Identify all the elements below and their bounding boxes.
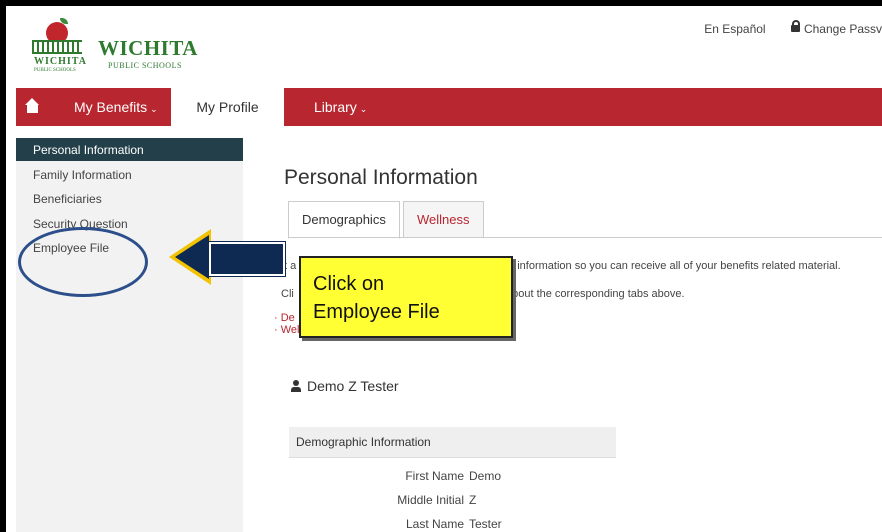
demographic-table-title: Demographic Information xyxy=(296,435,431,449)
nav-my-profile-label: My Profile xyxy=(196,99,259,115)
nav-my-profile[interactable]: My Profile xyxy=(171,88,284,126)
arrow-shaft xyxy=(209,242,285,276)
sidebar: Personal Information Family Information … xyxy=(16,138,243,532)
middle-initial-value: Z xyxy=(469,493,477,507)
intro-line-1-end: te information so you can receive all of… xyxy=(505,260,841,272)
sidebar-item-family-information[interactable]: Family Information xyxy=(33,168,132,182)
tab-wellness[interactable]: Wellness xyxy=(403,201,484,238)
highlight-oval xyxy=(18,227,148,297)
intro-line-2: Cli about the corresponding tabs above. xyxy=(281,288,685,300)
sidebar-item-personal-information[interactable]: Personal Information xyxy=(16,138,243,161)
arrow-left-icon xyxy=(175,235,209,279)
last-name-value: Tester xyxy=(469,517,502,531)
sidebar-item-beneficiaries[interactable]: Beneficiaries xyxy=(33,192,102,206)
site-header: WICHITA PUBLIC SCHOOLS WICHITA PUBLIC SC… xyxy=(6,6,882,88)
spanish-link[interactable]: En Español xyxy=(704,22,765,36)
nav-library[interactable]: Library ⌄ xyxy=(314,88,367,126)
person-name: Demo Z Tester xyxy=(307,378,399,394)
person-heading: Demo Z Tester xyxy=(291,378,399,394)
home-button[interactable] xyxy=(22,88,42,126)
callout-text: Click on Employee File xyxy=(313,273,440,323)
sidebar-item-label: Personal Information xyxy=(33,143,144,157)
logo-small-name: WICHITA xyxy=(34,56,87,67)
first-name-value: Demo xyxy=(469,469,502,483)
demographic-table: Demographic Information First Name Demo … xyxy=(289,427,616,532)
intro-line-2-start: Cli xyxy=(281,288,294,300)
middle-initial-label: Middle Initial xyxy=(397,493,464,507)
first-name-label: First Name xyxy=(405,469,464,483)
demographics-link[interactable]: · De xyxy=(274,312,295,324)
change-password-link[interactable]: Change Passv xyxy=(790,20,882,36)
chevron-down-icon: ⌄ xyxy=(359,104,368,114)
logo-small-sub: PUBLIC SCHOOLS xyxy=(34,68,76,73)
wichita-logo[interactable]: WICHITA PUBLIC SCHOOLS WICHITA PUBLIC SC… xyxy=(28,18,228,80)
home-icon xyxy=(24,98,39,113)
brand-name: WICHITA xyxy=(98,36,198,60)
main-nav: My Benefits ⌄ My Profile Library ⌄ xyxy=(16,88,882,126)
lock-icon xyxy=(790,20,800,32)
nav-library-label: Library xyxy=(314,99,357,115)
nav-my-benefits-label: My Benefits xyxy=(74,99,148,115)
books-icon xyxy=(32,40,82,54)
last-name-label: Last Name xyxy=(405,517,464,531)
top-links: En Español Change Passv xyxy=(704,20,882,36)
change-password-label: Change Passv xyxy=(803,22,882,36)
demographic-table-header: Demographic Information xyxy=(289,427,616,458)
nav-my-benefits[interactable]: My Benefits ⌄ xyxy=(74,88,158,126)
chevron-down-icon: ⌄ xyxy=(150,104,158,114)
user-icon xyxy=(291,380,301,392)
instruction-callout: Click on Employee File xyxy=(299,256,513,338)
page-title: Personal Information xyxy=(284,166,478,189)
tab-demographics[interactable]: Demographics xyxy=(288,201,400,239)
brand-subtitle: PUBLIC SCHOOLS xyxy=(108,61,182,70)
app-window: WICHITA PUBLIC SCHOOLS WICHITA PUBLIC SC… xyxy=(6,6,882,532)
intro-line-2-end: about the corresponding tabs above. xyxy=(506,288,685,300)
tab-divider xyxy=(288,237,882,238)
